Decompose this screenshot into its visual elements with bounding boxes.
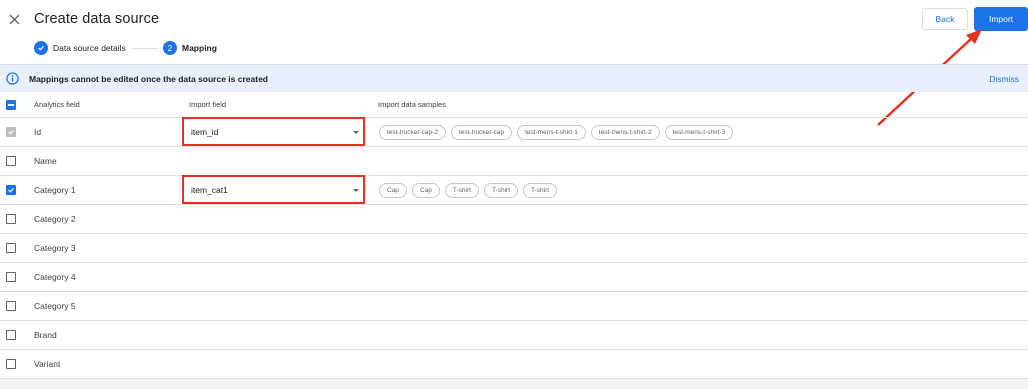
row-checkbox[interactable] <box>6 127 16 137</box>
sample-chip: T-shirt <box>523 183 558 198</box>
column-header: Import field <box>189 100 227 109</box>
row-checkbox[interactable] <box>6 301 16 311</box>
sample-chip: T-shirt <box>444 183 479 198</box>
table-row: Category 4 <box>0 263 1028 292</box>
table-row: Category 1 item_cat1 Cap Cap T-shirt T-s… <box>0 175 1028 205</box>
sample-chip: test-trucker-cap-2 <box>379 125 446 140</box>
table-row: Brand <box>0 321 1028 350</box>
row-checkbox[interactable] <box>6 359 16 369</box>
table-row: Category 2 <box>0 205 1028 234</box>
analytics-field-label: Category 5 <box>34 301 76 311</box>
row-checkbox[interactable] <box>6 243 16 253</box>
analytics-field-label: Variant <box>34 359 61 369</box>
sample-chip: Cap <box>411 183 440 198</box>
analytics-field-label: Category 2 <box>34 214 76 224</box>
column-header: Analytics field <box>34 100 80 109</box>
analytics-field-label: Name <box>34 156 57 166</box>
dropdown-arrow-icon <box>353 131 359 134</box>
table-header: Analytics field Import field Import data… <box>0 92 1028 118</box>
row-checkbox[interactable] <box>6 214 16 224</box>
table-row: Variant <box>0 350 1028 379</box>
analytics-field-label: Id <box>34 127 42 137</box>
column-header: Import data samples <box>378 100 446 109</box>
row-checkbox[interactable] <box>6 156 16 166</box>
row-checkbox[interactable] <box>6 272 16 282</box>
sample-chips: Cap Cap T-shirt T-shirt T-shirt <box>379 183 558 198</box>
analytics-field-label: Category 4 <box>34 272 76 282</box>
row-checkbox[interactable] <box>6 185 16 195</box>
analytics-field-label: Brand <box>34 330 57 340</box>
info-icon <box>6 72 19 85</box>
table-row: Name <box>0 147 1028 176</box>
info-banner: Mappings cannot be edited once the data … <box>0 64 1028 92</box>
select-all-checkbox[interactable] <box>6 100 16 110</box>
banner-text: Mappings cannot be edited once the data … <box>29 74 269 84</box>
import-field-select[interactable]: item_cat1 <box>182 175 365 204</box>
table-row: Category 3 <box>0 234 1028 263</box>
table-row: Id item_id test-trucker-cap-2 test-truck… <box>0 117 1028 147</box>
sample-chips: test-trucker-cap-2 test-trucker-cap test… <box>379 125 734 140</box>
sample-chip: test-mens-t-shirt-3 <box>664 125 734 140</box>
sample-chip: Cap <box>379 183 407 198</box>
table-row: Category 5 <box>0 292 1028 321</box>
analytics-field-label: Category 1 <box>34 185 76 195</box>
select-value: item_cat1 <box>191 185 228 195</box>
dropdown-arrow-icon <box>353 189 359 192</box>
import-field-select[interactable]: item_id <box>182 117 365 146</box>
sample-chip: test-mens-t-shirt-2 <box>590 125 660 140</box>
row-checkbox[interactable] <box>6 330 16 340</box>
dismiss-button[interactable]: Dismiss <box>989 74 1019 84</box>
analytics-field-label: Category 3 <box>34 243 76 253</box>
sample-chip: T-shirt <box>483 183 518 198</box>
sample-chip: test-mens-t-shirt-1 <box>517 125 586 140</box>
footer-band <box>0 379 1028 389</box>
sample-chip: test-trucker-cap <box>450 125 513 140</box>
select-value: item_id <box>191 127 219 137</box>
